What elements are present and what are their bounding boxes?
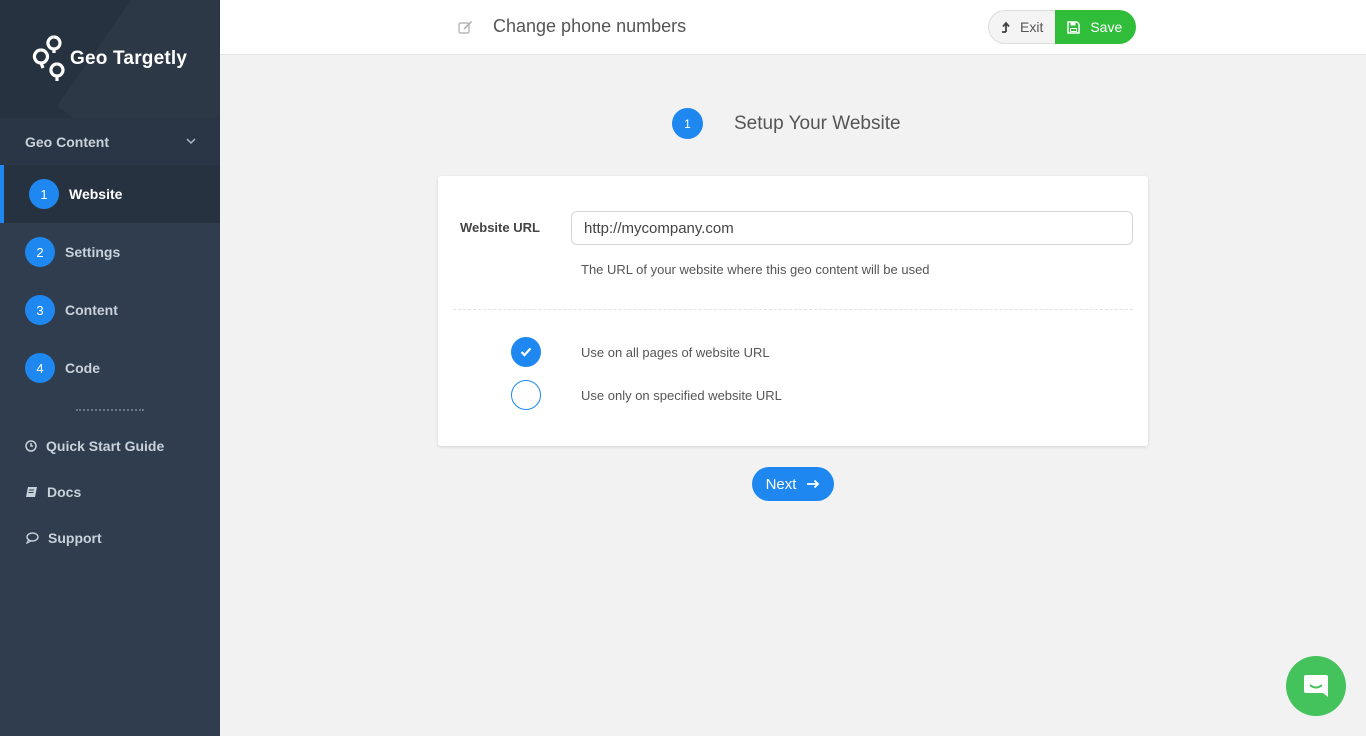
radio-checked[interactable] xyxy=(511,337,541,367)
chevron-down-icon xyxy=(186,138,196,145)
logo: Geo Targetly xyxy=(32,33,187,85)
checkmark-icon xyxy=(520,347,532,357)
chat-bubble-icon xyxy=(1304,675,1328,697)
radio-option-all-pages[interactable]: Use on all pages of website URL xyxy=(511,337,770,367)
edit-icon[interactable] xyxy=(458,20,473,34)
radio-option-specified-url[interactable]: Use only on specified website URL xyxy=(511,380,782,410)
radio-label: Use only on specified website URL xyxy=(581,387,782,403)
step-label: Code xyxy=(65,360,100,376)
clock-icon xyxy=(25,440,37,452)
book-icon xyxy=(26,487,37,497)
link-label: Quick Start Guide xyxy=(46,438,165,454)
arrow-right-icon xyxy=(807,479,820,489)
link-label: Docs xyxy=(47,484,82,500)
section-geo-content[interactable]: Geo Content xyxy=(0,118,220,165)
chat-icon xyxy=(25,532,39,544)
current-step-number: 1 xyxy=(672,108,703,139)
step-number: 4 xyxy=(25,353,55,383)
sidebar-link-quick-start[interactable]: Quick Start Guide xyxy=(0,423,220,469)
step-number: 1 xyxy=(29,179,59,209)
exit-button[interactable]: Exit xyxy=(988,10,1056,44)
sidebar-step-settings[interactable]: 2 Settings xyxy=(0,223,220,281)
sidebar-link-docs[interactable]: Docs xyxy=(0,469,220,515)
brand-name: Geo Targetly xyxy=(70,48,188,69)
radio-label: Use on all pages of website URL xyxy=(581,344,770,360)
card-divider xyxy=(453,309,1133,310)
sidebar: Geo Targetly Geo Content 1 Website 2 Set… xyxy=(0,0,220,736)
step-label: Content xyxy=(65,302,118,318)
save-button[interactable]: Save xyxy=(1055,10,1137,44)
sidebar-link-support[interactable]: Support xyxy=(0,515,220,561)
page-title-area: Change phone numbers xyxy=(458,16,686,37)
step-label: Settings xyxy=(65,244,121,260)
step-number: 3 xyxy=(25,295,55,325)
sidebar-step-content[interactable]: 3 Content xyxy=(0,281,220,339)
sidebar-step-code[interactable]: 4 Code xyxy=(0,339,220,397)
map-pin-logo-icon xyxy=(32,35,65,81)
exit-label: Exit xyxy=(1020,19,1044,35)
website-setup-card: Website URL The URL of your website wher… xyxy=(438,176,1148,446)
floppy-disk-icon xyxy=(1067,20,1081,34)
stepper-title: Setup Your Website xyxy=(734,112,901,134)
radio-unchecked[interactable] xyxy=(511,380,541,410)
next-button[interactable]: Next xyxy=(752,467,834,501)
step-number: 2 xyxy=(25,237,55,267)
section-label: Geo Content xyxy=(25,133,109,150)
header-actions: Exit Save xyxy=(988,10,1137,44)
website-url-help: The URL of your website where this geo c… xyxy=(581,262,930,277)
stepper-heading: 1 Setup Your Website xyxy=(672,108,901,139)
brand[interactable]: Geo Targetly xyxy=(0,0,220,118)
website-url-input[interactable] xyxy=(571,211,1133,245)
top-bar: Change phone numbers Exit Save xyxy=(220,0,1366,55)
link-label: Support xyxy=(48,530,102,546)
next-label: Next xyxy=(765,475,797,493)
chat-widget-button[interactable] xyxy=(1286,656,1346,716)
step-label: Website xyxy=(69,186,123,202)
website-url-label: Website URL xyxy=(460,220,540,235)
sidebar-divider xyxy=(76,409,144,411)
sidebar-step-website[interactable]: 1 Website xyxy=(0,165,220,223)
exit-arrow-icon xyxy=(1002,21,1010,33)
page-title[interactable]: Change phone numbers xyxy=(493,16,686,37)
save-label: Save xyxy=(1090,19,1123,35)
